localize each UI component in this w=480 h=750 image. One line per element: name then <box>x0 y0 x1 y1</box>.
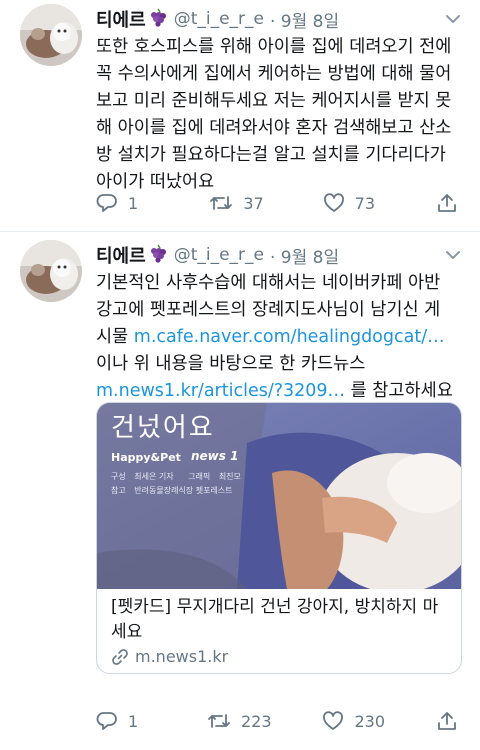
chevron-down-icon[interactable] <box>442 244 464 266</box>
reply-icon <box>96 194 117 212</box>
author-name[interactable]: 티에르 <box>96 242 146 268</box>
like-icon <box>323 193 344 212</box>
share-button[interactable] <box>436 710 468 732</box>
credit-value: 최진모 <box>218 472 241 481</box>
reply-icon <box>96 712 117 730</box>
grape-emoji <box>148 243 168 267</box>
tweet-header: 티에르 @t_i_e_r_e · 9월 8일 <box>96 240 339 270</box>
credit-label: 그래픽 <box>188 472 211 481</box>
card-domain-text: m.news1.kr <box>135 647 229 666</box>
grape-emoji <box>148 7 168 31</box>
tweet-date[interactable]: · 9월 8일 <box>270 7 339 32</box>
tweet[interactable]: 티에르 @t_i_e_r_e · 9월 8일 또한 호스피스를 위해 아이를 집… <box>0 0 480 232</box>
text-line: 강고에 펫포레스트의 장례지도사님이 남기신 게 <box>96 300 441 320</box>
chevron-down-icon[interactable] <box>442 8 464 30</box>
text-segment: 를 참고하세요 <box>345 381 453 401</box>
card-credits: 구성 최세은 기자 그래픽 최진모 <box>111 471 241 482</box>
credit-label: 구성 <box>111 472 126 481</box>
share-icon <box>438 712 456 730</box>
share-icon <box>438 194 456 212</box>
credit-value: 최세은 기자 <box>134 472 174 481</box>
text-segment: 시물 <box>96 327 134 347</box>
text-line: 기본적인 사후수습에 대해서는 네이버카페 아반 <box>96 273 441 293</box>
tweet-text: 또한 호스피스를 위해 아이를 집에 데려오기 전에 꼭 수의사에게 집에서 케… <box>96 34 466 196</box>
tweet-actions: 1 37 73 <box>96 190 468 216</box>
author-handle[interactable]: @t_i_e_r_e <box>174 245 264 265</box>
like-button[interactable]: 230 <box>322 710 385 732</box>
text-line: 보고 미리 준비해두세요 저는 케어지시를 받지 못 <box>96 91 452 111</box>
card-image[interactable]: 건넜어요 Happy&Pet news 1 구성 최세은 기자 그래픽 최진모 … <box>97 403 461 589</box>
share-button[interactable] <box>436 192 468 214</box>
like-icon <box>323 711 344 730</box>
cafe-link[interactable]: m.cafe.naver.com/healingdogcat/… <box>134 327 445 347</box>
retweet-count: 37 <box>243 193 264 213</box>
retweet-icon <box>210 196 233 210</box>
author-name[interactable]: 티에르 <box>96 6 146 32</box>
reply-count: 1 <box>128 711 139 731</box>
link-card[interactable]: 건넜어요 Happy&Pet news 1 구성 최세은 기자 그래픽 최진모 … <box>96 402 462 674</box>
text-line: m.news1.kr/articles/?3209… 를 참고하세요 <box>96 378 466 405</box>
reply-button[interactable]: 1 <box>96 710 156 732</box>
reply-count: 1 <box>128 193 139 213</box>
avatar[interactable] <box>20 240 82 302</box>
news-link[interactable]: m.news1.kr/articles/?3209… <box>96 381 345 401</box>
text-line: 시물 m.cafe.naver.com/healingdogcat/… <box>96 324 466 351</box>
card-domain: m.news1.kr <box>111 647 228 666</box>
card-logo-news1: news 1 <box>191 449 239 463</box>
text-line: 꼭 수의사에게 집에서 케어하는 방법에 대해 물어 <box>96 64 452 84</box>
link-icon <box>112 648 128 665</box>
retweet-button[interactable]: 223 <box>207 710 272 732</box>
like-count: 230 <box>354 711 386 731</box>
tweet-header: 티에르 @t_i_e_r_e · 9월 8일 <box>96 4 339 34</box>
retweet-button[interactable]: 37 <box>209 192 269 214</box>
avatar[interactable] <box>20 4 82 66</box>
reply-button[interactable]: 1 <box>96 192 156 214</box>
card-title[interactable]: [펫카드] 무지개다리 건넌 강아지, 방치하지 마세요 <box>111 595 451 645</box>
text-line: 이나 위 내용을 바탕으로 한 카드뉴스 <box>96 354 366 374</box>
tweet-text: 기본적인 사후수습에 대해서는 네이버카페 아반 강고에 펫포레스트의 장례지도… <box>96 270 466 405</box>
text-line: 또한 호스피스를 위해 아이를 집에 데려오기 전에 <box>96 37 452 57</box>
text-line: 방 설치가 필요하다는걸 알고 설치를 기다리다가 <box>96 145 446 165</box>
tweet-date[interactable]: · 9월 8일 <box>270 243 339 268</box>
credit-value: 반려동물장례식장 펫포레스트 <box>134 486 233 495</box>
retweet-icon <box>208 714 230 728</box>
author-handle[interactable]: @t_i_e_r_e <box>174 9 264 29</box>
like-count: 73 <box>354 193 376 213</box>
card-logo-happypet: Happy&Pet <box>111 451 181 464</box>
like-button[interactable]: 73 <box>323 192 383 214</box>
text-line: 해 아이를 집에 데려와서야 혼자 검색해보고 산소 <box>96 118 452 138</box>
retweet-count: 223 <box>240 711 272 731</box>
tweet[interactable]: 티에르 @t_i_e_r_e · 9월 8일 기본적인 사후수습에 대해서는 네… <box>0 232 480 750</box>
card-image-heading: 건넜어요 <box>111 413 215 443</box>
card-credits: 참고 반려동물장례식장 펫포레스트 <box>111 485 233 496</box>
credit-label: 참고 <box>111 486 126 495</box>
tweet-actions: 1 223 230 <box>96 708 468 734</box>
